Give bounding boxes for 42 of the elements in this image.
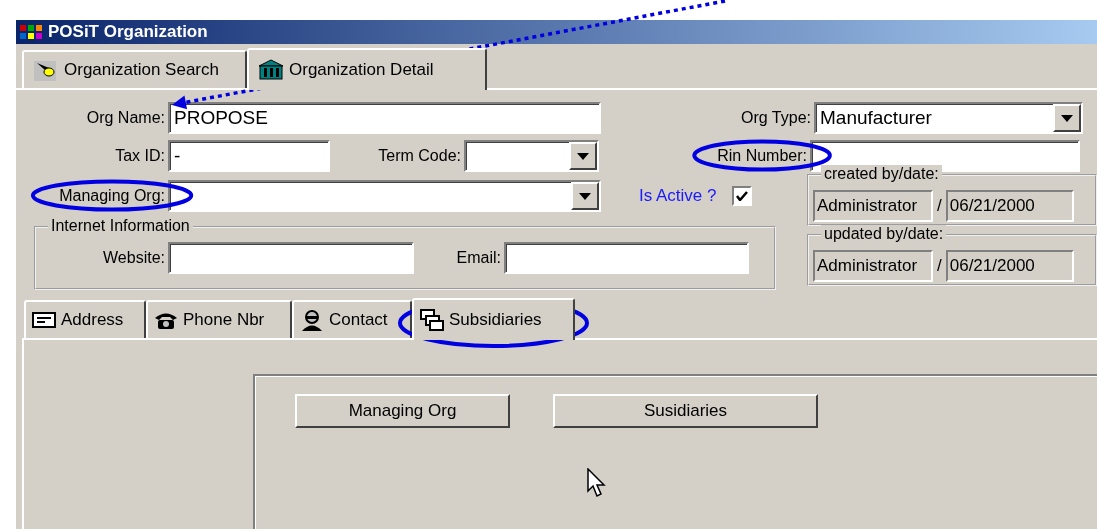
dropdown-field[interactable] [464, 140, 599, 172]
dropdown-field[interactable]: Manufacturer [814, 102, 1083, 134]
user-field: Administrator [813, 190, 933, 222]
tab[interactable]: Address [24, 300, 146, 338]
group-label: updated by/date: [821, 225, 947, 243]
dropdown-field[interactable] [168, 180, 601, 212]
tab[interactable]: Phone Nbr [146, 300, 292, 338]
separator: / [937, 255, 942, 278]
separator: / [937, 195, 942, 218]
field-label: Managing Org: [59, 187, 165, 204]
tab[interactable]: Organization Detail [247, 48, 487, 90]
building-icon [257, 57, 285, 83]
field-label: Term Code: [378, 147, 461, 164]
field-label: Tax ID: [115, 147, 165, 164]
date-field: 06/21/2000 [945, 250, 1074, 282]
input-field[interactable]: - [168, 140, 330, 172]
stacked-windows-icon [419, 307, 445, 333]
tab[interactable]: Subsidiaries [412, 298, 575, 340]
mouse-pointer-icon [587, 468, 607, 498]
field-label: Org Name: [86, 109, 165, 126]
tab[interactable]: Organization Search [22, 50, 247, 88]
dropdown-arrow-icon [1061, 114, 1073, 122]
field-label: Org Type: [741, 109, 811, 126]
tab-button[interactable]: Susidiaries [553, 394, 818, 428]
field-label: Rin Number: [717, 147, 807, 164]
active-label: Is Active ? [639, 185, 717, 208]
date-field: 06/21/2000 [945, 190, 1074, 222]
window-title: POSiT Organization [48, 21, 208, 44]
checkbox[interactable] [732, 186, 753, 206]
tab-button[interactable]: Managing Org [295, 394, 510, 428]
input-field[interactable] [168, 242, 414, 274]
check-icon [736, 191, 749, 201]
field-label: Website: [103, 249, 165, 266]
dropdown-arrow-icon [577, 152, 589, 160]
dropdown-arrow-icon [579, 192, 591, 200]
input-field[interactable] [504, 242, 749, 274]
group-label: created by/date: [821, 165, 942, 183]
app-icon [20, 23, 44, 41]
input-field[interactable]: PROPOSE [168, 102, 601, 134]
tab[interactable]: Contact [292, 300, 412, 338]
user-field: Administrator [813, 250, 933, 282]
field-label: Email: [456, 249, 501, 266]
